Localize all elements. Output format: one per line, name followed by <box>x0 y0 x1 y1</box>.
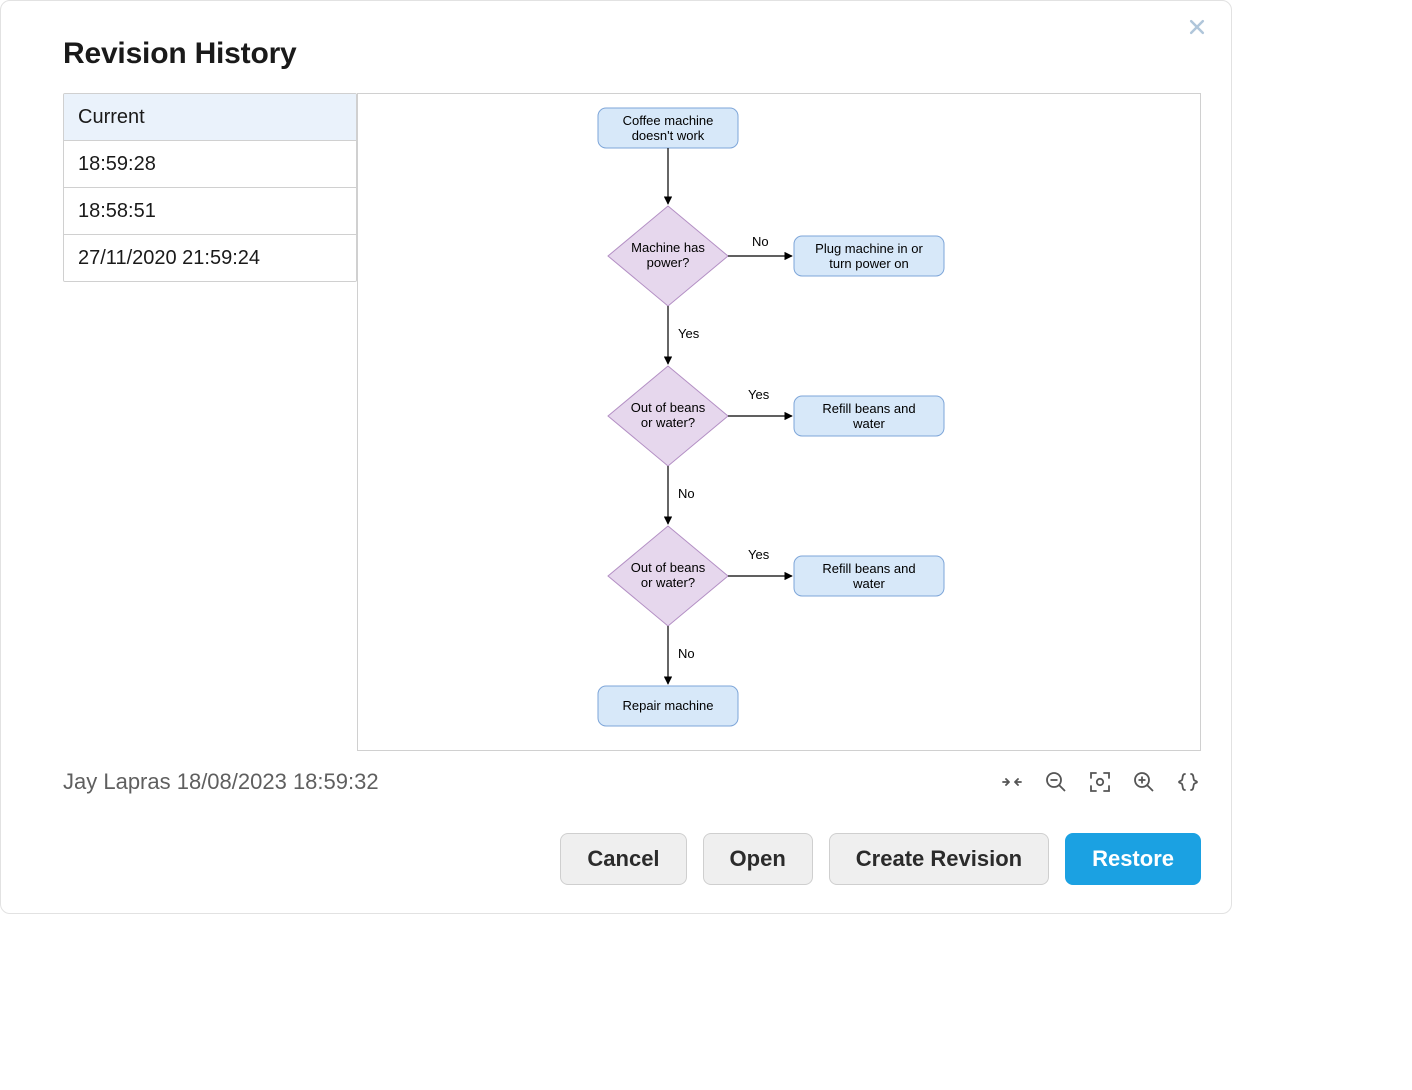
code-button[interactable] <box>1175 769 1201 795</box>
zoom-fit-icon <box>1088 770 1112 794</box>
flow-node-decision-beans-1[interactable]: Out of beans or water? <box>608 366 728 466</box>
flow-node-end[interactable]: Repair machine <box>598 686 738 726</box>
zoom-in-button[interactable] <box>1131 769 1157 795</box>
zoom-out-button[interactable] <box>1043 769 1069 795</box>
restore-button[interactable]: Restore <box>1065 833 1201 885</box>
revision-list: Current 18:59:28 18:58:51 27/11/2020 21:… <box>63 93 357 282</box>
flow-node-action-refill-1[interactable]: Refill beans and water <box>794 396 944 436</box>
braces-icon <box>1176 770 1200 794</box>
revision-row[interactable]: 18:59:28 <box>64 141 356 188</box>
flow-node-text: doesn't work <box>632 128 705 143</box>
open-button[interactable]: Open <box>703 833 813 885</box>
revision-row[interactable]: 27/11/2020 21:59:24 <box>64 235 356 281</box>
flow-node-text: turn power on <box>829 256 909 271</box>
flow-node-text: Plug machine in or <box>815 241 923 256</box>
flow-node-text: or water? <box>641 575 695 590</box>
cancel-button[interactable]: Cancel <box>560 833 686 885</box>
flow-node-text: power? <box>647 255 690 270</box>
close-icon <box>1187 17 1207 37</box>
zoom-out-icon <box>1044 770 1068 794</box>
dialog-button-row: Cancel Open Create Revision Restore <box>31 833 1201 885</box>
flow-node-text: water <box>852 416 885 431</box>
flow-node-text: Out of beans <box>631 400 706 415</box>
revision-row[interactable]: 18:58:51 <box>64 188 356 235</box>
revision-author-line: Jay Lapras 18/08/2023 18:59:32 <box>63 769 379 795</box>
flow-edge-label: No <box>678 646 695 661</box>
flow-edge-label: Yes <box>748 547 770 562</box>
collapse-icon <box>1000 770 1024 794</box>
flow-node-text: Out of beans <box>631 560 706 575</box>
flow-node-text: Refill beans and <box>822 561 915 576</box>
flow-node-text: Coffee machine <box>623 113 714 128</box>
flow-node-action-plug[interactable]: Plug machine in or turn power on <box>794 236 944 276</box>
flow-node-decision-power[interactable]: Machine has power? <box>608 206 728 306</box>
dialog-title: Revision History <box>63 37 1201 71</box>
flow-node-text: Refill beans and <box>822 401 915 416</box>
zoom-in-icon <box>1132 770 1156 794</box>
revision-history-dialog: Revision History Current 18:59:28 18:58:… <box>0 0 1232 914</box>
flow-edge-label: Yes <box>748 387 770 402</box>
flow-node-text: water <box>852 576 885 591</box>
flow-node-start[interactable]: Coffee machine doesn't work <box>598 108 738 148</box>
flow-node-text: Machine has <box>631 240 705 255</box>
create-revision-button[interactable]: Create Revision <box>829 833 1049 885</box>
flow-node-action-refill-2[interactable]: Refill beans and water <box>794 556 944 596</box>
preview-toolbar <box>999 769 1201 795</box>
flow-node-text: or water? <box>641 415 695 430</box>
diagram-preview[interactable]: Coffee machine doesn't work Machine has … <box>357 93 1201 751</box>
flow-edge-label: No <box>752 234 769 249</box>
flow-edge-label: No <box>678 486 695 501</box>
flow-node-text: Repair machine <box>622 698 713 713</box>
revision-row-current[interactable]: Current <box>64 94 356 141</box>
flow-edge-label: Yes <box>678 326 700 341</box>
zoom-fit-button[interactable] <box>1087 769 1113 795</box>
collapse-button[interactable] <box>999 769 1025 795</box>
close-button[interactable] <box>1181 11 1213 43</box>
flow-node-decision-beans-2[interactable]: Out of beans or water? <box>608 526 728 626</box>
